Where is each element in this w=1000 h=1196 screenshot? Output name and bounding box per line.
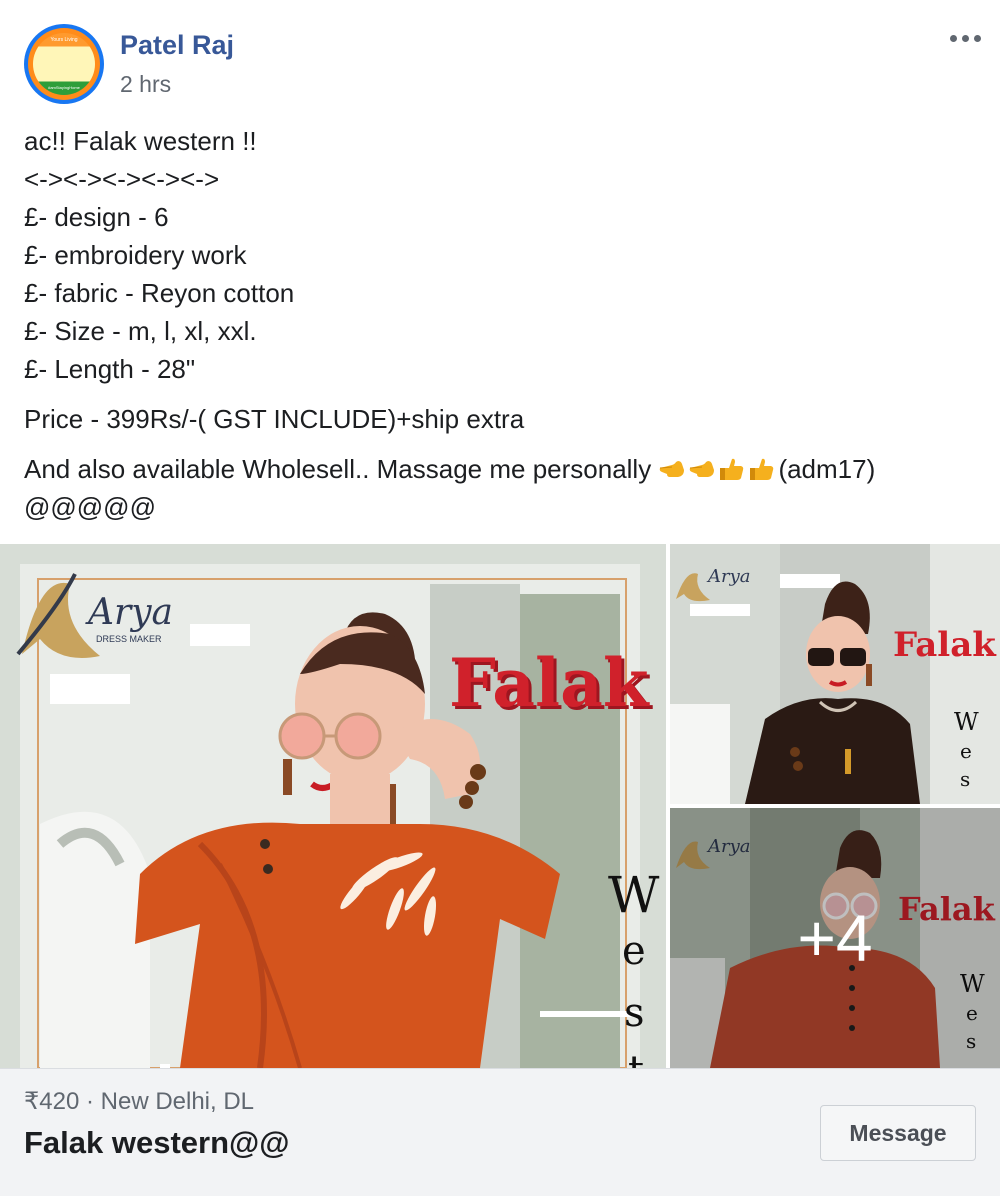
more-photos-overlay: +4 <box>670 808 1000 1068</box>
thumbs-up-emoji <box>750 458 774 480</box>
message-button[interactable]: Message <box>820 1105 976 1161</box>
avatar-bottom-text: #amStayingHome <box>48 85 80 90</box>
west-letter: W <box>954 708 979 736</box>
photo-gallery: Arya DRESS MAKER Falak Falak W e s t <box>0 544 1000 1068</box>
body-line: ac!! Falak western !! <box>24 126 257 156</box>
closing-line: @@@@@ <box>24 492 156 522</box>
avatar-ring: Yours Living #amStayingHome <box>28 28 100 100</box>
thumbs-up-emoji <box>720 458 744 480</box>
point-left-emoji <box>660 461 685 477</box>
falak-title: Falak <box>449 644 650 722</box>
avatar-image: Yours Living #amStayingHome <box>33 33 95 95</box>
body-line: £- embroidery work <box>24 240 247 270</box>
side-photo-art: Arya Falak W e s <box>670 544 1000 804</box>
wholesale-text: And also available Wholesell.. Massage m… <box>24 454 659 484</box>
listing-footer: ₹420 · New Delhi, DL Falak western@@ Mes… <box>0 1068 1000 1196</box>
marketplace-post: Yours Living #amStayingHome Patel Raj 2 … <box>0 0 1000 1196</box>
point-left-emoji <box>690 461 715 477</box>
more-options-icon[interactable] <box>946 24 986 54</box>
body-line: £- Size - m, l, xl, xxl. <box>24 316 257 346</box>
body-line: £- design - 6 <box>24 202 169 232</box>
post-body: ac!! Falak western !! <-><-><-><-><-> £-… <box>24 122 984 526</box>
more-photos-count: +4 <box>797 901 873 975</box>
west-letter: W <box>608 866 660 924</box>
side-product-photo[interactable]: Arya Falak W e s <box>670 544 1000 804</box>
wholesale-line: And also available Wholesell.. Massage m… <box>24 450 984 488</box>
body-line: £- Length - 28" <box>24 354 196 384</box>
price-line: Price - 399Rs/-( GST INCLUDE)+ship extra <box>24 404 525 434</box>
listing-price-location: ₹420 · New Delhi, DL <box>24 1088 255 1115</box>
west-letter: t <box>628 1048 644 1068</box>
brand-logo-text: Arya <box>85 592 173 633</box>
listing-title[interactable]: Falak western@@ <box>24 1125 290 1161</box>
west-letter: e <box>960 739 972 763</box>
body-line: £- fabric - Reyon cotton <box>24 278 295 308</box>
wholesale-code: (adm17) <box>778 454 876 484</box>
avatar-top-text: Yours Living <box>50 37 78 43</box>
brand-logo-subtext: DRESS MAKER <box>96 634 162 644</box>
brand-logo-text: Arya <box>706 566 751 587</box>
post-timestamp[interactable]: 2 hrs <box>120 71 171 98</box>
more-photos-tile[interactable]: Arya Falak W e s +4 <box>670 808 1000 1068</box>
author-avatar[interactable]: Yours Living #amStayingHome <box>24 24 104 104</box>
main-product-photo[interactable]: Arya DRESS MAKER Falak Falak W e s t <box>0 544 666 1068</box>
west-letter: s <box>960 767 970 791</box>
west-letter: e <box>622 928 646 974</box>
west-letter: s <box>624 990 645 1036</box>
body-line: <-><-><-><-><-> <box>24 164 220 194</box>
falak-title: Falak <box>893 625 997 665</box>
author-name[interactable]: Patel Raj <box>120 30 234 61</box>
main-photo-art: Arya DRESS MAKER Falak Falak W e s t <box>0 544 666 1068</box>
